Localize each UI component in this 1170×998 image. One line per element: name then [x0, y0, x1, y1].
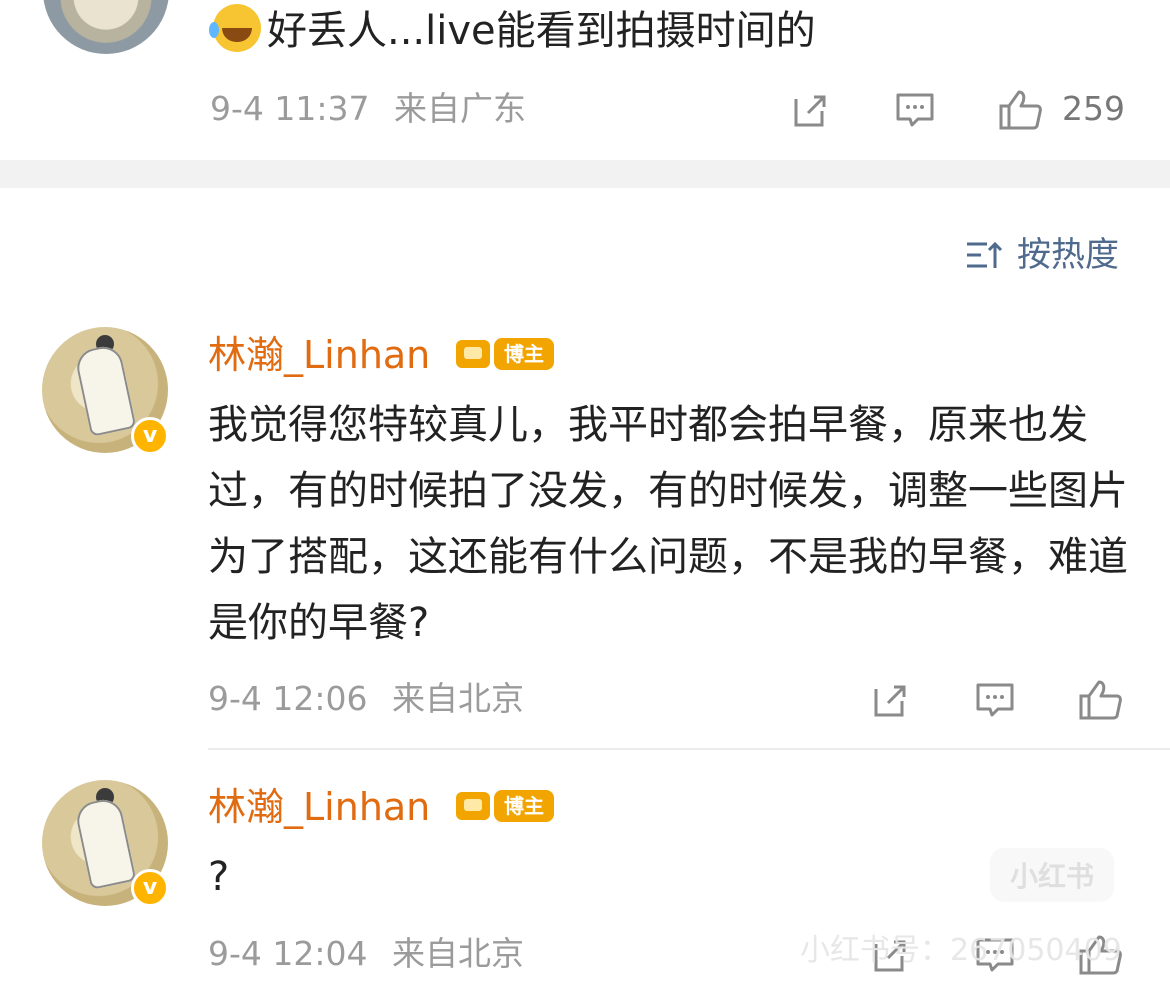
reply-button[interactable]	[974, 679, 1016, 721]
badge-label: 博主	[494, 790, 554, 822]
like-icon	[999, 90, 1042, 130]
avatar-figure	[73, 343, 137, 437]
comment-time: 9-4 11:37	[210, 89, 370, 128]
comment-divider	[208, 748, 1170, 750]
comment-meta: 9-4 12:04 来自北京	[208, 934, 524, 974]
reply-button[interactable]	[894, 89, 936, 131]
comment-meta: 9-4 11:37 来自广东	[210, 89, 526, 129]
crown-icon	[456, 340, 490, 368]
sort-icon	[967, 241, 1003, 268]
badge-label: 博主	[494, 338, 554, 370]
watermark-logo: 小红书	[990, 848, 1114, 902]
like-button[interactable]	[1076, 677, 1124, 723]
like-button[interactable]	[996, 87, 1044, 133]
comment-location: 来自北京	[392, 934, 524, 973]
comment-meta: 9-4 12:06 来自北京	[208, 679, 524, 719]
blogger-badge: 博主	[456, 338, 554, 370]
reply-icon	[896, 93, 934, 127]
sort-label: 按热度	[1017, 235, 1119, 275]
share-button[interactable]	[870, 679, 912, 721]
comment-time: 9-4 12:06	[208, 679, 368, 718]
like-count: 259	[1062, 89, 1125, 128]
sort-toggle[interactable]: 按热度	[965, 233, 1119, 277]
section-separator	[0, 160, 1170, 188]
comment-location: 来自北京	[392, 679, 524, 718]
avatar[interactable]	[43, 0, 169, 54]
avatar-figure	[73, 796, 137, 890]
crown-icon	[456, 792, 490, 820]
username[interactable]: 林瀚_Linhan	[208, 332, 430, 378]
reply-icon	[976, 683, 1014, 717]
comment-location: 来自广东	[394, 89, 526, 128]
share-icon	[794, 95, 826, 127]
blogger-badge: 博主	[456, 790, 554, 822]
comment-body: 好丢人...live能看到拍摄时间的	[267, 8, 816, 54]
share-button[interactable]	[790, 89, 832, 131]
share-icon	[874, 685, 906, 717]
comment-time: 9-4 12:04	[208, 934, 368, 973]
username[interactable]: 林瀚_Linhan	[208, 784, 430, 830]
verified-badge: v	[131, 869, 169, 907]
comment-text: 好丢人...live能看到拍摄时间的	[209, 4, 816, 58]
like-icon	[1079, 680, 1122, 720]
comment-body: 我觉得您特较真儿，我平时都会拍早餐，原来也发过，有的时候拍了没发，有的时候发，调…	[208, 402, 1128, 646]
watermark-id: 小红书号：267050409	[800, 933, 1122, 968]
verified-badge: v	[131, 417, 169, 455]
laughing-crying-emoji-icon	[209, 4, 261, 52]
